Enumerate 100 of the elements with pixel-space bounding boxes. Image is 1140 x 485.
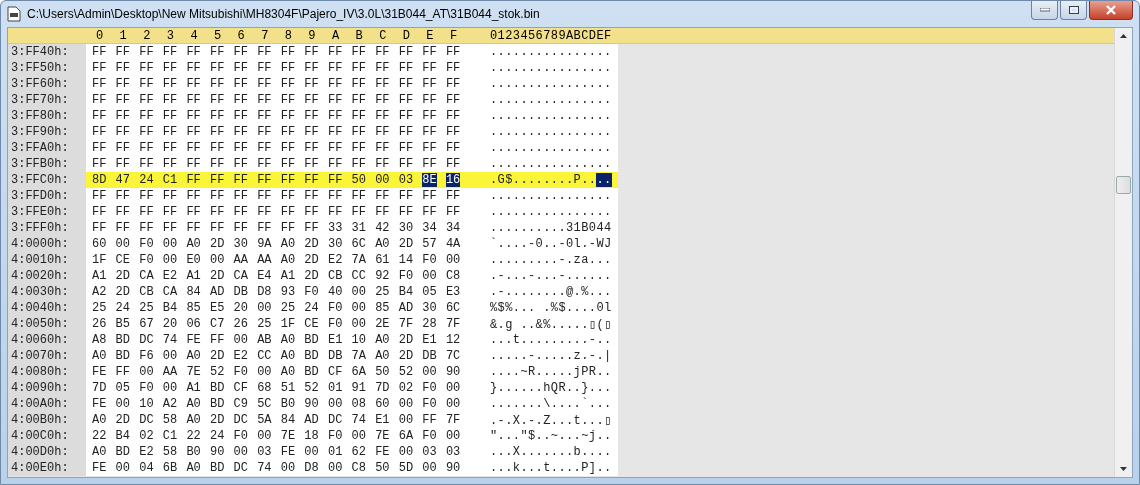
- hex-row[interactable]: 4:0040h: 25 24 25 B4 85 E5 20 00 25 24 F0 00 85 AD 30 6C %$%... .%$....0l: [8, 300, 618, 316]
- hex-byte: 7F: [398, 317, 414, 331]
- hex-byte: A8: [92, 333, 107, 347]
- hex-byte: 00: [375, 173, 390, 187]
- hex-byte: FF: [139, 45, 154, 59]
- offset-label: 3:FF90h:: [8, 124, 86, 140]
- hex-byte: FF: [327, 109, 343, 123]
- hex-row[interactable]: 3:FF80h: FF FF FF FF FF FF FF FF FF FF FF FF FF FF FF FF ................: [8, 108, 618, 124]
- hex-byte: CA: [162, 285, 178, 299]
- hex-row[interactable]: 4:0060h: A8 BD DC 74 FE FF 00 AB A0 BD E1 10 A0 2D E1 12 ...t.........-..: [8, 332, 618, 348]
- hex-byte: 01: [327, 445, 343, 459]
- hex-byte: FF: [375, 125, 390, 139]
- hex-byte: FF: [115, 189, 130, 203]
- hex-byte: 74: [257, 461, 272, 475]
- maximize-button[interactable]: [1060, 1, 1087, 20]
- hex-byte: 20: [162, 317, 178, 331]
- hex-byte: A0: [375, 349, 390, 363]
- hex-byte: FF: [139, 205, 154, 219]
- hex-byte: FF: [422, 93, 437, 107]
- hex-byte: CE: [304, 317, 319, 331]
- hex-byte: FF: [280, 205, 296, 219]
- hex-byte: FF: [233, 93, 248, 107]
- hex-row[interactable]: 4:0070h: A0 BD F6 00 A0 2D E2 CC A0 BD DB 7A A0 2D DB 7C .....-.....z.-.|: [8, 348, 618, 364]
- hex-byte: A0: [186, 413, 201, 427]
- offset-label: 4:0090h:: [8, 380, 86, 396]
- hex-row[interactable]: 3:FF50h: FF FF FF FF FF FF FF FF FF FF FF FF FF FF FF FF ................: [8, 60, 618, 76]
- hex-byte: FF: [162, 221, 178, 235]
- hex-byte: FF: [209, 61, 225, 75]
- hex-row[interactable]: 3:FF90h: FF FF FF FF FF FF FF FF FF FF FF FF FF FF FF FF ................: [8, 124, 618, 140]
- hex-row[interactable]: 4:0090h: 7D 05 F0 00 A1 BD CF 68 51 52 01 91 7D 02 F0 00 }......hQR..}...: [8, 380, 618, 396]
- hex-byte: FF: [327, 61, 343, 75]
- hex-byte: FF: [92, 205, 107, 219]
- highlight-bar[interactable]: 3:FFC0h: 8D 47 24 C1 FF FF FF FF FF FF FF 50 00 03 8E 16 .G$........P....: [8, 172, 618, 188]
- hex-row[interactable]: 4:00C0h: 22 B4 02 C1 22 24 F0 00 7E 18 F0 00 7E 6A F0 00 "..."$..~...~j..: [8, 428, 618, 444]
- hex-row[interactable]: 3:FFF0h: FF FF FF FF FF FF FF FF FF FF 33 31 42 30 34 34 ..........31B044: [8, 220, 618, 236]
- hex-byte: BD: [304, 333, 319, 347]
- hex-byte: FF: [209, 77, 225, 91]
- hex-byte: 03: [445, 445, 461, 459]
- hex-byte: 00: [115, 397, 130, 411]
- hex-row[interactable]: 4:00A0h: FE 00 10 A2 A0 BD C9 5C B0 90 00 08 60 00 F0 00 .......\....`...: [8, 396, 618, 412]
- hex-row[interactable]: 4:00E0h: FE 00 04 6B A0 BD DC 74 00 D8 00 C8 50 5D 00 90 ...k...t....P]..: [8, 460, 618, 476]
- hex-byte: FF: [445, 205, 461, 219]
- hex-byte: FE: [92, 461, 107, 475]
- hex-row[interactable]: 4:0020h: A1 2D CA E2 A1 2D CA E4 A1 2D CB CC 92 F0 00 C8 .-...-...-......: [8, 268, 618, 284]
- hex-byte: 68: [257, 381, 272, 395]
- hex-byte: 00: [422, 365, 437, 379]
- hex-row[interactable]: 4:0010h: 1F CE F0 00 E0 00 AA AA A0 2D E2 7A 61 14 F0 00 .........-.za...: [8, 252, 618, 268]
- hex-byte: 50: [375, 461, 390, 475]
- hex-byte: FF: [92, 109, 107, 123]
- hex-row[interactable]: 3:FFA0h: FF FF FF FF FF FF FF FF FF FF FF FF FF FF FF FF ................: [8, 140, 618, 156]
- ascii-text: .......\....`...: [490, 397, 612, 411]
- hex-row[interactable]: 4:0000h: 60 00 F0 00 A0 2D 30 9A A0 2D 30 6C A0 2D 57 4A `....-0..-0l.-WJ: [8, 236, 618, 252]
- ascii-text: }......hQR..}...: [490, 381, 612, 395]
- ascii-text: .-........@.%...: [490, 285, 612, 299]
- hex-byte: FF: [139, 77, 154, 91]
- hex-byte: FF: [327, 125, 343, 139]
- hex-byte: 05: [115, 381, 130, 395]
- hex-byte: FF: [162, 125, 178, 139]
- hex-byte: FF: [257, 125, 272, 139]
- hex-byte: 74: [351, 413, 366, 427]
- hex-byte: 1F: [92, 253, 107, 267]
- hex-row[interactable]: 3:FF60h: FF FF FF FF FF FF FF FF FF FF FF FF FF FF FF FF ................: [8, 76, 618, 92]
- ascii-text: %$%... .%$....0l: [490, 301, 612, 315]
- hex-row[interactable]: 4:00D0h: A0 BD E2 58 B0 90 00 03 FE 00 01 62 FE 00 03 03 ...X.......b....: [8, 444, 618, 460]
- hex-byte: 28: [422, 317, 437, 331]
- hex-row[interactable]: 3:FFD0h: FF FF FF FF FF FF FF FF FF FF FF FF FF FF FF FF ................: [8, 188, 618, 204]
- scrollbar[interactable]: [1114, 28, 1132, 477]
- hex-byte: 90: [445, 365, 461, 379]
- hex-byte: FF: [422, 77, 437, 91]
- hex-byte: 85: [375, 301, 390, 315]
- hex-row[interactable]: 4:0030h: A2 2D CB CA 84 AD DB D8 93 F0 40 00 25 B4 05 E3 .-........@.%...: [8, 284, 618, 300]
- hex-byte: FF: [186, 141, 201, 155]
- hex-byte: BD: [304, 349, 319, 363]
- hex-byte: FF: [375, 77, 390, 91]
- hex-byte: 9A: [257, 237, 272, 251]
- scroll-thumb[interactable]: [1116, 176, 1131, 194]
- hex-byte: FF: [304, 157, 319, 171]
- hex-byte: F0: [139, 253, 154, 267]
- minimize-icon: [1039, 8, 1050, 12]
- hex-row[interactable]: 4:0050h: 26 B5 67 20 06 C7 26 25 1F CE F0 00 2E 7F 28 7F &.g ..&%.....▯(▯: [8, 316, 618, 332]
- hex-byte: FF: [280, 93, 296, 107]
- hex-byte: 10: [139, 397, 154, 411]
- hex-row[interactable]: 3:FF40h: FF FF FF FF FF FF FF FF FF FF FF FF FF FF FF FF ................: [8, 44, 618, 60]
- hex-byte: 2D: [209, 349, 225, 363]
- hex-byte: 00: [445, 381, 461, 395]
- hex-row[interactable]: 4:00B0h: A0 2D DC 58 A0 2D DC 5A 84 AD DC 74 E1 00 FF 7F .-.X.-.Z...t...▯: [8, 412, 618, 428]
- hex-byte: FF: [233, 189, 248, 203]
- hex-row[interactable]: 3:FFB0h: FF FF FF FF FF FF FF FF FF FF FF FF FF FF FF FF ................: [8, 156, 618, 172]
- hex-row[interactable]: 3:FF70h: FF FF FF FF FF FF FF FF FF FF FF FF FF FF FF FF ................: [8, 92, 618, 108]
- hex-byte: DC: [233, 461, 248, 475]
- hex-byte: AD: [304, 413, 319, 427]
- hex-byte: FF: [445, 189, 461, 203]
- hex-byte: FF: [422, 413, 437, 427]
- hex-byte: F0: [398, 269, 414, 283]
- hex-row[interactable]: 3:FFE0h: FF FF FF FF FF FF FF FF FF FF FF FF FF FF FF FF ................: [8, 204, 618, 220]
- close-button[interactable]: [1089, 1, 1133, 20]
- hex-row[interactable]: 4:0080h: FE FF 00 AA 7E 52 F0 00 A0 BD CF 6A 50 52 00 90 ....~R.....jPR..: [8, 364, 618, 380]
- ascii-text: ................: [490, 157, 612, 171]
- hex-byte: FF: [327, 141, 343, 155]
- hex-byte: FF: [351, 189, 366, 203]
